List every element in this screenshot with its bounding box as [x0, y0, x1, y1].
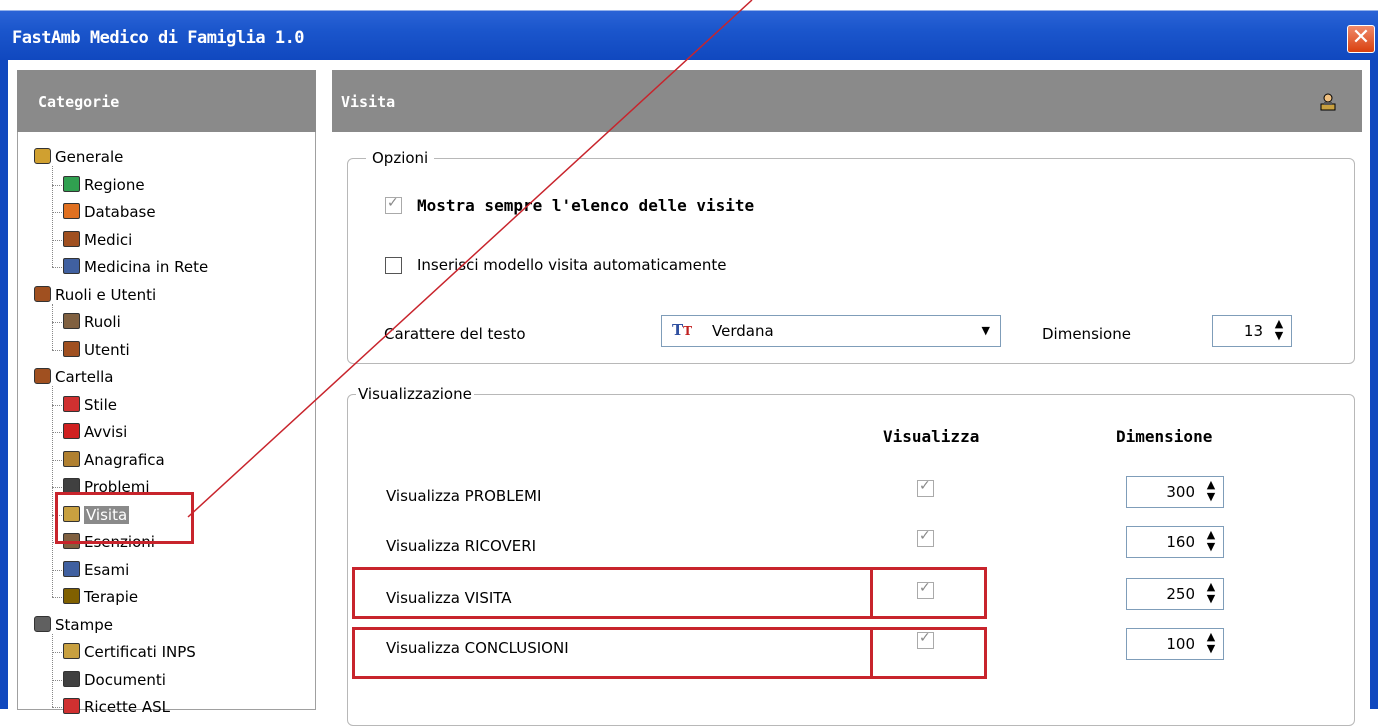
- annotation-box-conclusioni-label: [352, 627, 873, 679]
- annotation-box-visita-check: [870, 567, 987, 619]
- annotation-box-visita-label: [352, 567, 873, 619]
- annotation-line: [187, 0, 753, 518]
- annotation-box-conclusioni-check: [870, 627, 987, 679]
- annotation-box-visita: [55, 492, 194, 544]
